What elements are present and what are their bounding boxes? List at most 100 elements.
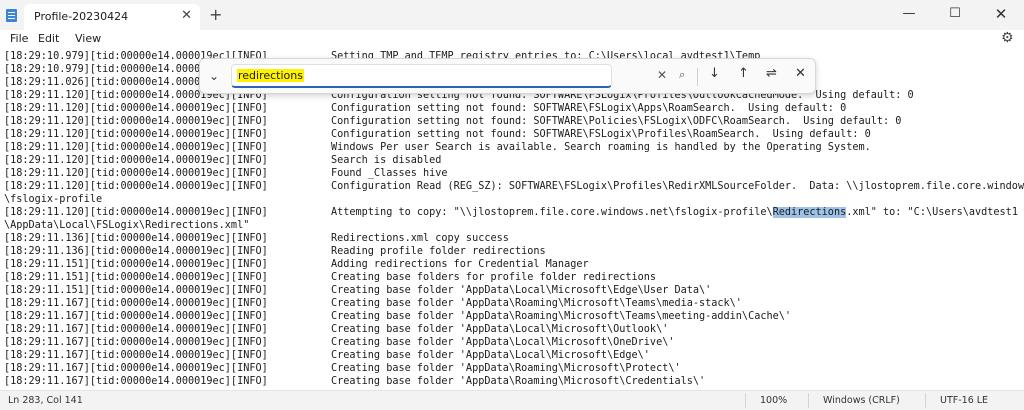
log-message-text: Creating base folder 'AppData\Local\Micr… <box>331 350 650 361</box>
log-prefix: [18:29:11.167][tid:00000e14.000019ec][IN… <box>4 311 268 322</box>
encoding[interactable]: UTF-16 LE <box>940 395 988 406</box>
log-line: [18:29:11.120][tid:00000e14.000019ec][IN… <box>4 128 871 141</box>
log-line: [18:29:11.120][tid:00000e14.000019ec][IN… <box>4 141 871 154</box>
log-message: Creating base folder 'AppData\Local\Micr… <box>331 349 650 362</box>
log-message: Found _Classes hive <box>331 167 448 180</box>
log-prefix: [18:29:11.120][tid:00000e14.000019ec][IN… <box>4 116 268 127</box>
log-message-text: Configuration Read (REG_SZ): SOFTWARE\FS… <box>331 181 1024 192</box>
log-line: [18:29:11.120][tid:00000e14.000019ec][IN… <box>4 102 846 115</box>
log-message-text: Configuration setting not found: SOFTWAR… <box>331 129 871 140</box>
settings-icon[interactable]: ⚙ <box>1001 30 1014 46</box>
log-prefix: [18:29:11.026][tid:00000e14.00001 <box>4 77 207 88</box>
log-line: [18:29:11.136][tid:00000e14.000019ec][IN… <box>4 245 546 258</box>
tab-close-icon[interactable]: ✕ <box>181 8 192 23</box>
menu-file[interactable]: File <box>10 32 28 45</box>
find-divider <box>697 68 698 86</box>
log-message-text: Creating base folder 'AppData\Roaming\Mi… <box>331 376 706 387</box>
log-prefix: [18:29:11.136][tid:00000e14.000019ec][IN… <box>4 246 268 257</box>
log-prefix: [18:29:11.167][tid:00000e14.000019ec][IN… <box>4 363 268 374</box>
log-prefix: [18:29:11.136][tid:00000e14.000019ec][IN… <box>4 233 268 244</box>
status-bar: Ln 283, Col 141 100% Windows (CRLF) UTF-… <box>0 390 1024 410</box>
log-line: [18:29:11.167][tid:00000e14.000019ec][IN… <box>4 336 674 349</box>
log-line: [18:29:11.136][tid:00000e14.000019ec][IN… <box>4 232 509 245</box>
find-bar: ⌄ redirections ✕ ⌕ ↓ ↑ ⇌ ✕ <box>199 58 816 94</box>
log-line: [18:29:11.167][tid:00000e14.000019ec][IN… <box>4 349 650 362</box>
log-prefix: [18:29:11.167][tid:00000e14.000019ec][IN… <box>4 298 268 309</box>
log-message-text: Creating base folder 'AppData\Roaming\Mi… <box>331 298 742 309</box>
log-message: Configuration setting not found: SOFTWAR… <box>331 115 901 128</box>
minimize-button[interactable]: — <box>886 0 932 30</box>
log-message-text: .xml" to: "C:\Users\avdtest1 <box>846 207 1018 218</box>
menu-bar: File Edit View <box>0 30 1024 48</box>
log-message-text: Creating base folder 'AppData\Roaming\Mi… <box>331 363 681 374</box>
expand-replace-icon[interactable]: ⌄ <box>209 69 219 83</box>
log-message: Search is disabled <box>331 154 441 167</box>
menu-edit[interactable]: Edit <box>38 32 59 45</box>
log-line: [18:29:11.167][tid:00000e14.000019ec][IN… <box>4 323 668 336</box>
log-message: Creating base folder 'AppData\Local\Micr… <box>331 284 711 297</box>
log-line: [18:29:11.167][tid:00000e14.000019ec][IN… <box>4 297 742 310</box>
log-prefix: \fslogix-profile <box>4 194 103 205</box>
search-icon[interactable]: ⌕ <box>679 68 685 82</box>
log-line: [18:29:11.151][tid:00000e14.000019ec][IN… <box>4 271 656 284</box>
log-prefix: [18:29:11.167][tid:00000e14.000019ec][IN… <box>4 350 268 361</box>
close-find-button[interactable]: ✕ <box>795 66 806 81</box>
find-next-button[interactable]: ↓ <box>709 66 720 81</box>
log-prefix: [18:29:11.120][tid:00000e14.000019ec][IN… <box>4 103 268 114</box>
log-message-text: Creating base folder 'AppData\Local\Micr… <box>331 285 712 296</box>
log-message-text: Redirections.xml copy success <box>331 233 509 244</box>
line-ending[interactable]: Windows (CRLF) <box>823 395 900 406</box>
log-prefix: [18:29:11.167][tid:00000e14.000019ec][IN… <box>4 324 268 335</box>
log-line: \fslogix-profile <box>4 193 102 206</box>
log-message-text: Found _Classes hive <box>331 168 448 179</box>
close-window-button[interactable]: ✕ <box>978 0 1024 30</box>
maximize-button[interactable]: ☐ <box>932 0 978 30</box>
log-line: [18:29:11.167][tid:00000e14.000019ec][IN… <box>4 375 705 388</box>
log-prefix: [18:29:11.167][tid:00000e14.000019ec][IN… <box>4 376 268 387</box>
find-options-icon[interactable]: ⇌ <box>766 66 777 81</box>
find-previous-button[interactable]: ↑ <box>738 66 749 81</box>
new-tab-button[interactable]: + <box>209 5 222 24</box>
find-input[interactable]: redirections <box>231 64 612 88</box>
status-divider <box>925 393 926 408</box>
log-line: [18:29:11.120][tid:00000e14.000019ec][IN… <box>4 206 1018 219</box>
notepad-icon <box>6 9 17 22</box>
clear-search-icon[interactable]: ✕ <box>657 68 667 82</box>
log-line: [18:29:11.120][tid:00000e14.000019ec][IN… <box>4 180 1024 193</box>
log-prefix: [18:29:11.120][tid:00000e14.000019ec][IN… <box>4 207 268 218</box>
tab-profile[interactable]: Profile-20230424 ✕ <box>24 4 200 30</box>
log-prefix: [18:29:11.120][tid:00000e14.000019ec][IN… <box>4 129 268 140</box>
log-line: [18:29:10.979][tid:00000e14.00001 <box>4 63 206 76</box>
log-message-text: Adding redirections for Credential Manag… <box>331 259 589 270</box>
search-match-highlight: Redirections <box>772 207 847 218</box>
cursor-position: Ln 283, Col 141 <box>8 395 83 406</box>
log-prefix: [18:29:11.120][tid:00000e14.000019ec][IN… <box>4 142 268 153</box>
log-line: [18:29:11.120][tid:00000e14.000019ec][IN… <box>4 115 901 128</box>
log-message-text: Creating base folder 'AppData\Local\Micr… <box>331 324 669 335</box>
log-prefix: [18:29:11.120][tid:00000e14.000019ec][IN… <box>4 168 268 179</box>
log-line: [18:29:11.167][tid:00000e14.000019ec][IN… <box>4 362 681 375</box>
log-line: [18:29:11.167][tid:00000e14.000019ec][IN… <box>4 310 791 323</box>
log-message: Creating base folder 'AppData\Roaming\Mi… <box>331 375 705 388</box>
log-prefix: [18:29:11.151][tid:00000e14.000019ec][IN… <box>4 259 268 270</box>
log-message-text: Reading profile folder redirections <box>331 246 546 257</box>
title-bar: Profile-20230424 ✕ + — ☐ ✕ <box>0 0 1024 30</box>
zoom-level[interactable]: 100% <box>760 395 787 406</box>
menu-view[interactable]: View <box>75 32 101 45</box>
log-message: Creating base folder 'AppData\Local\Micr… <box>331 336 674 349</box>
find-query: redirections <box>237 69 304 82</box>
log-line: [18:29:11.151][tid:00000e14.000019ec][IN… <box>4 284 711 297</box>
log-message: Attempting to copy: "\\jlostoprem.file.c… <box>331 206 1018 219</box>
log-message: Creating base folder 'AppData\Roaming\Mi… <box>331 362 681 375</box>
log-prefix: \AppData\Local\FSLogix\Redirections.xml" <box>4 220 250 231</box>
log-prefix: [18:29:11.151][tid:00000e14.000019ec][IN… <box>4 285 268 296</box>
log-message: Configuration setting not found: SOFTWAR… <box>331 102 846 115</box>
log-prefix: [18:29:11.151][tid:00000e14.000019ec][IN… <box>4 272 268 283</box>
log-prefix: [18:29:11.120][tid:00000e14.000019ec][IN… <box>4 181 268 192</box>
status-divider <box>808 393 809 408</box>
text-editor[interactable]: [18:29:10.979][tid:00000e14.000019ec][IN… <box>0 50 1024 388</box>
log-message: Creating base folders for profile folder… <box>331 271 656 284</box>
log-message-text: Search is disabled <box>331 155 442 166</box>
log-message: Adding redirections for Credential Manag… <box>331 258 589 271</box>
log-message-text: Attempting to copy: "\\jlostoprem.file.c… <box>331 207 773 218</box>
